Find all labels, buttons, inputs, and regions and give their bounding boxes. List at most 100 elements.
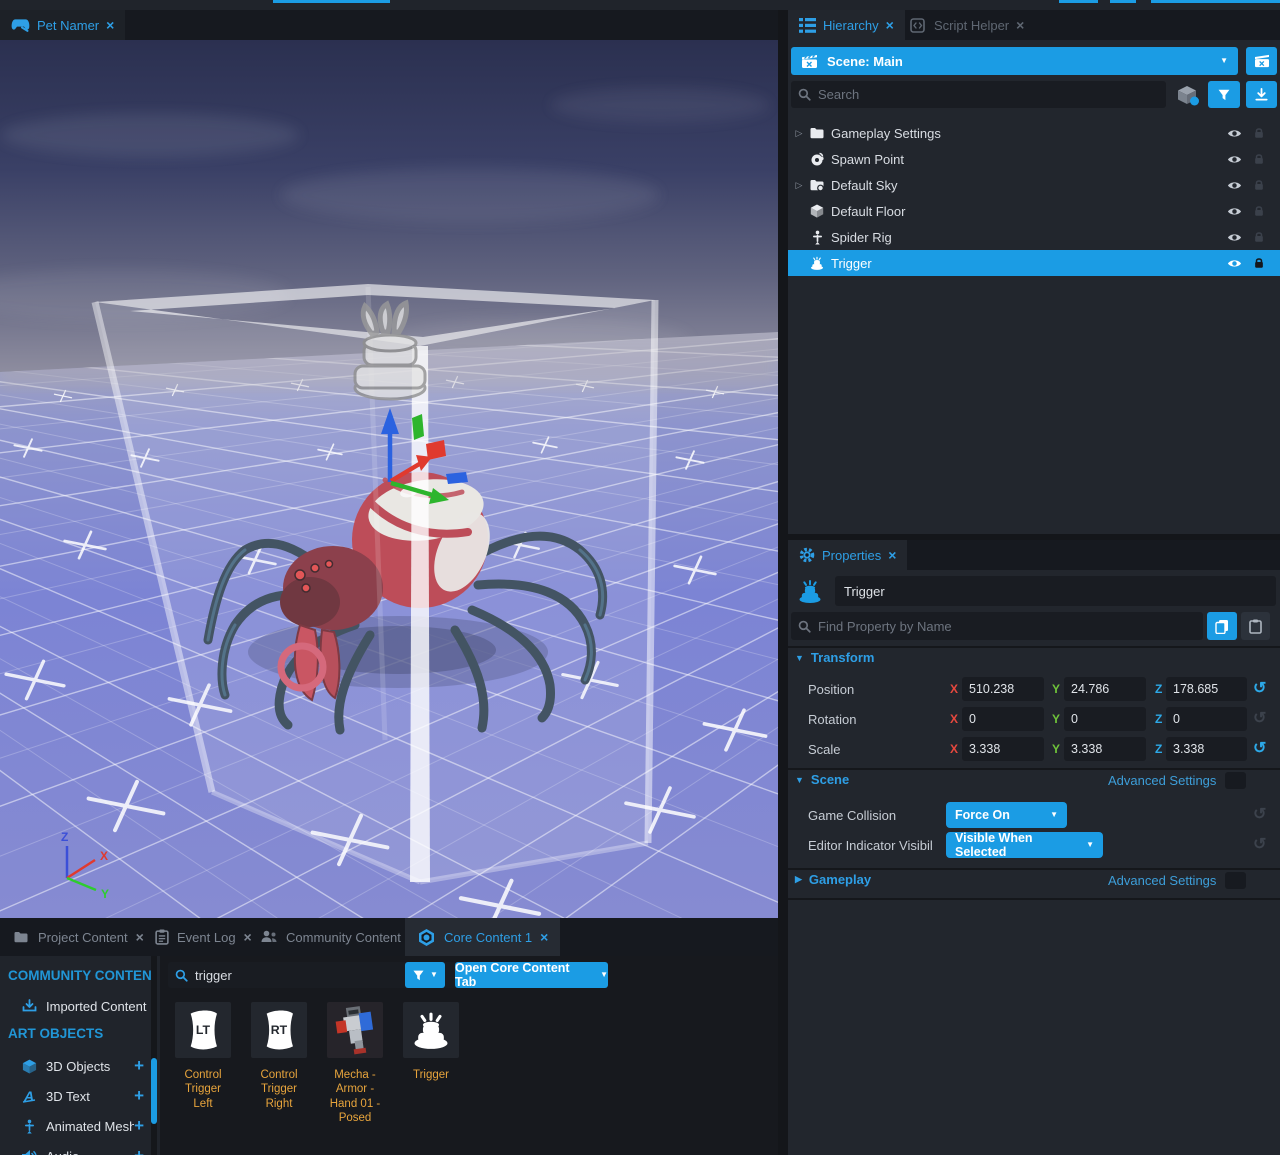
scale-z-field[interactable]: 3.338 (1166, 737, 1247, 761)
content-search-input[interactable] (195, 968, 497, 983)
rotation-z-field[interactable]: 0 (1166, 707, 1247, 731)
tab-event-log[interactable]: Event Log × (143, 918, 264, 956)
sidebar-item-animated-mesh[interactable]: Animated Mesh + (0, 1112, 150, 1140)
add-icon[interactable]: + (134, 1056, 144, 1076)
asset-tile-mecha-armor-hand[interactable]: Mecha - Armor - Hand 01 - Posed (326, 1002, 384, 1126)
editor-indicator-dropdown[interactable]: Visible When Selected ▼ (946, 832, 1103, 858)
scene-advanced-settings-checkbox[interactable] (1225, 772, 1246, 789)
visibility-eye-icon[interactable] (1227, 230, 1242, 245)
gameplay-section-header[interactable]: ▶ Gameplay (795, 872, 871, 887)
position-x-field[interactable]: 510.238 (962, 677, 1044, 701)
scene-manager-button[interactable] (1246, 47, 1277, 75)
visibility-eye-icon[interactable] (1227, 152, 1242, 167)
object-name-field[interactable] (835, 576, 1276, 606)
expand-arrow-icon[interactable]: ▷ (793, 180, 805, 191)
tab-core-content[interactable]: Core Content 1 × (405, 918, 560, 956)
paste-properties-button[interactable] (1241, 612, 1270, 640)
scrollbar-thumb[interactable] (151, 1058, 157, 1124)
lock-icon[interactable] (1252, 178, 1266, 192)
mecha-thumbnail (327, 1002, 383, 1058)
tab-project-content[interactable]: Project Content × (0, 918, 156, 956)
lock-icon[interactable] (1252, 152, 1266, 166)
tree-row-default-floor[interactable]: Default Floor (788, 198, 1280, 224)
section-expand-icon[interactable]: ▶ (795, 874, 802, 885)
scale-y-field[interactable]: 3.338 (1064, 737, 1146, 761)
gameplay-advanced-settings-checkbox[interactable] (1225, 872, 1246, 889)
scene-selector[interactable]: Scene: Main ▼ (791, 47, 1238, 75)
find-property-search[interactable] (791, 612, 1203, 640)
tree-row-gameplay-settings[interactable]: ▷ Gameplay Settings (788, 120, 1280, 146)
visibility-eye-icon[interactable] (1227, 256, 1242, 271)
sidebar-item-imported-content[interactable]: Imported Content (0, 992, 150, 1020)
add-icon[interactable]: + (134, 1086, 144, 1106)
reset-rotation-icon[interactable]: ↺ (1253, 707, 1266, 731)
reset-position-icon[interactable]: ↺ (1253, 677, 1266, 701)
close-icon[interactable]: × (540, 929, 548, 945)
rotation-y-field[interactable]: 0 (1064, 707, 1146, 731)
toolbar-highlight-segment (273, 0, 390, 3)
content-filter-button[interactable]: ▼ (405, 962, 445, 988)
close-icon[interactable]: × (106, 18, 114, 32)
project-folder-icon (12, 929, 30, 945)
viewport-3d[interactable]: Z X Y (0, 40, 778, 918)
transform-section-header[interactable]: ▼ Transform (795, 650, 875, 665)
tab-label: Script Helper (934, 18, 1009, 33)
position-z-field[interactable]: 178.685 (1166, 677, 1247, 701)
scene-section-header[interactable]: ▼ Scene (795, 772, 849, 787)
lock-icon[interactable] (1252, 230, 1266, 244)
hierarchy-search[interactable] (791, 81, 1166, 108)
scale-x-field[interactable]: 3.338 (962, 737, 1044, 761)
close-icon[interactable]: × (888, 548, 896, 562)
tab-label: Pet Namer (37, 18, 99, 33)
tab-script-helper[interactable]: Script Helper × (899, 10, 1035, 40)
section-collapse-icon[interactable]: ▼ (795, 653, 804, 663)
game-collision-dropdown[interactable]: Force On ▼ (946, 802, 1067, 828)
visibility-eye-icon[interactable] (1227, 204, 1242, 219)
hierarchy-filter-button[interactable] (1208, 81, 1240, 108)
reset-game-collision-icon[interactable]: ↺ (1253, 803, 1266, 827)
close-icon[interactable]: × (886, 18, 894, 32)
sidebar-item-3d-text[interactable]: A 3D Text + (0, 1082, 150, 1110)
add-icon[interactable]: + (134, 1116, 144, 1136)
expand-arrow-icon[interactable]: ▷ (793, 128, 805, 139)
find-property-input[interactable] (818, 619, 1197, 634)
scene-selector-label: Scene: Main (827, 54, 1211, 69)
close-icon[interactable]: × (1016, 18, 1024, 32)
tab-hierarchy[interactable]: Hierarchy × (788, 10, 905, 40)
add-icon[interactable]: + (134, 1146, 144, 1155)
lock-icon[interactable] (1252, 204, 1266, 218)
scene-advanced-settings-label: Advanced Settings (1108, 773, 1216, 788)
tab-properties[interactable]: Properties × (788, 540, 907, 570)
sidebar-scrollbar[interactable] (151, 956, 157, 1155)
visibility-eye-icon[interactable] (1227, 178, 1242, 193)
reset-scale-icon[interactable]: ↺ (1253, 737, 1266, 761)
package-filter-icon[interactable] (1175, 83, 1201, 107)
copy-properties-button[interactable] (1207, 612, 1237, 640)
collapse-all-button[interactable] (1246, 81, 1277, 108)
search-icon (797, 87, 812, 102)
rig-icon (805, 230, 829, 245)
tab-label: Properties (822, 548, 881, 563)
lock-icon[interactable] (1252, 256, 1266, 270)
rotation-x-field[interactable]: 0 (962, 707, 1044, 731)
sidebar-item-audio[interactable]: Audio + (0, 1142, 150, 1155)
tree-row-spider-rig[interactable]: Spider Rig (788, 224, 1280, 250)
tab-community-content[interactable]: Community Content × (248, 918, 429, 956)
asset-tile-trigger[interactable]: Trigger (402, 1002, 460, 1126)
tree-row-spawn-point[interactable]: Spawn Point (788, 146, 1280, 172)
hierarchy-search-input[interactable] (818, 87, 1160, 102)
reset-editor-indicator-icon[interactable]: ↺ (1253, 833, 1266, 857)
top-toolbar-edge (0, 0, 1280, 10)
tree-row-default-sky[interactable]: ▷ Default Sky (788, 172, 1280, 198)
asset-tile-control-trigger-right[interactable]: RT Control Trigger Right (250, 1002, 308, 1126)
position-y-field[interactable]: 24.786 (1064, 677, 1146, 701)
visibility-eye-icon[interactable] (1227, 126, 1242, 141)
sidebar-item-3d-objects[interactable]: 3D Objects + (0, 1052, 150, 1080)
tab-pet-namer[interactable]: Pet Namer × (0, 10, 125, 40)
lock-icon[interactable] (1252, 126, 1266, 140)
tree-row-trigger[interactable]: Trigger (788, 250, 1280, 276)
tree-row-label: Trigger (831, 256, 1227, 271)
asset-tile-control-trigger-left[interactable]: LT Control Trigger Left (174, 1002, 232, 1126)
open-core-content-button[interactable]: Open Core Content Tab ▼ (455, 962, 608, 988)
section-collapse-icon[interactable]: ▼ (795, 775, 804, 785)
